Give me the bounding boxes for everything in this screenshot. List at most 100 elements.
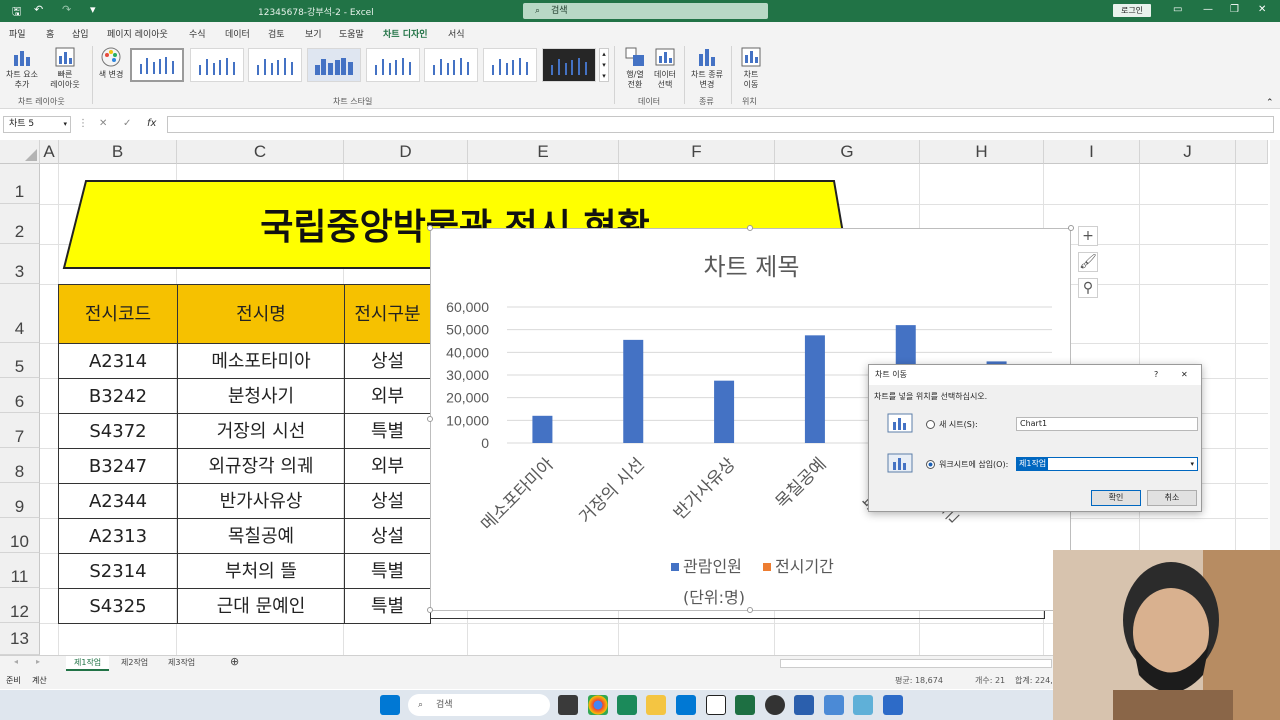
resize-handle[interactable] — [747, 225, 753, 231]
table-cell[interactable]: 분청사기 — [177, 378, 345, 414]
style-gallery-scroll[interactable]: ▴ ▾ ▾ — [599, 48, 609, 82]
app-icon[interactable] — [824, 695, 844, 715]
move-chart-button[interactable]: 차트 이동 — [735, 46, 767, 90]
table-cell[interactable]: 외규장각 의궤 — [177, 448, 345, 484]
app-icon[interactable] — [794, 695, 814, 715]
table-cell[interactable]: S4325 — [58, 588, 178, 624]
tab-review[interactable]: 검토 — [268, 27, 285, 40]
change-color-button[interactable]: 색 변경 — [94, 46, 128, 80]
col-header-c[interactable]: C — [177, 140, 344, 164]
select-data-button[interactable]: 데이터 선택 — [648, 46, 682, 90]
file-explorer-icon[interactable] — [646, 695, 666, 715]
status-calculate[interactable]: 계산 — [32, 675, 47, 686]
tab-format[interactable]: 서식 — [448, 27, 465, 40]
tab-page-layout[interactable]: 페이지 레이아웃 — [107, 27, 168, 40]
notion-icon[interactable] — [706, 695, 726, 715]
col-header-i[interactable]: I — [1044, 140, 1140, 164]
row-header-13[interactable]: 13 — [0, 623, 40, 655]
chart-style-2[interactable] — [190, 48, 244, 82]
row-header-4[interactable]: 4 — [0, 284, 40, 343]
object-in-select[interactable]: 제1작업 ▾ — [1016, 457, 1198, 471]
tab-help[interactable]: 도움말 — [339, 27, 364, 40]
resize-handle[interactable] — [747, 607, 753, 613]
redo-icon[interactable]: ↷ — [62, 3, 71, 16]
resize-handle[interactable] — [427, 607, 433, 613]
table-cell[interactable]: 상설 — [344, 343, 431, 379]
chart-bar[interactable] — [804, 335, 825, 443]
table-cell[interactable]: 상설 — [344, 518, 431, 554]
tab-home[interactable]: 홈 — [46, 27, 54, 40]
help-icon[interactable]: ? — [1154, 365, 1158, 385]
table-header-cell[interactable]: 전시명 — [177, 284, 345, 344]
table-cell[interactable]: B3247 — [58, 448, 178, 484]
col-header-h[interactable]: H — [920, 140, 1044, 164]
ribbon-display-icon[interactable]: ▭ — [1173, 4, 1182, 15]
table-cell[interactable]: 목칠공예 — [177, 518, 345, 554]
chart-style-1[interactable] — [130, 48, 184, 82]
formula-input[interactable] — [167, 116, 1274, 133]
ok-button[interactable]: 확인 — [1091, 490, 1141, 506]
tab-insert[interactable]: 삽입 — [72, 27, 89, 40]
cancel-icon[interactable]: ✕ — [99, 118, 107, 129]
table-cell[interactable]: 근대 문예인 — [177, 588, 345, 624]
chart-styles-brush-icon[interactable]: 🖌 — [1078, 252, 1098, 272]
table-cell[interactable]: 상설 — [344, 483, 431, 519]
customize-icon[interactable]: ▾ — [90, 3, 96, 16]
chart-title[interactable]: 차트 제목 — [431, 247, 1072, 282]
row-header-10[interactable]: 10 — [0, 518, 40, 553]
table-cell[interactable]: A2313 — [58, 518, 178, 554]
chart-bar[interactable] — [714, 380, 735, 443]
col-header-g[interactable]: G — [775, 140, 920, 164]
login-button[interactable]: 로그인 — [1113, 4, 1151, 17]
table-cell[interactable]: 메소포타미아 — [177, 343, 345, 379]
col-header-b[interactable]: B — [59, 140, 177, 164]
tab-file[interactable]: 파일 — [9, 27, 26, 40]
row-header-7[interactable]: 7 — [0, 413, 40, 448]
restore-icon[interactable]: ❐ — [1230, 4, 1239, 15]
row-header-8[interactable]: 8 — [0, 448, 40, 483]
new-sheet-name-input[interactable]: Chart1 — [1016, 417, 1198, 431]
switch-row-column-button[interactable]: 행/열 전환 — [618, 46, 652, 90]
add-sheet-icon[interactable]: ⊕ — [230, 655, 239, 668]
table-cell[interactable]: 특별 — [344, 553, 431, 589]
sheet-tab-3[interactable]: 제3작업 — [168, 657, 195, 668]
insert-function-icon[interactable]: fx — [147, 118, 156, 129]
sheet-tab-1[interactable]: 제1작업 — [66, 656, 110, 671]
table-cell[interactable]: A2314 — [58, 343, 178, 379]
col-header-f[interactable]: F — [619, 140, 775, 164]
sheet-tab-2[interactable]: 제2작업 — [121, 657, 148, 668]
tab-chart-design[interactable]: 차트 디자인 — [383, 27, 428, 40]
edge-icon[interactable] — [617, 695, 637, 715]
select-all-corner[interactable] — [0, 140, 40, 164]
row-header-3[interactable]: 3 — [0, 244, 40, 284]
undo-icon[interactable]: ↶ — [34, 3, 43, 16]
table-cell[interactable]: S4372 — [58, 413, 178, 449]
chart-style-5[interactable] — [366, 48, 420, 82]
collapse-ribbon-icon[interactable]: ⌃ — [1266, 98, 1274, 108]
change-chart-type-button[interactable]: 차트 종류 변경 — [687, 46, 727, 90]
windows-start-icon[interactable] — [380, 695, 400, 715]
radio-object-in[interactable] — [926, 460, 935, 469]
resize-handle[interactable] — [427, 225, 433, 231]
app-icon[interactable] — [853, 695, 873, 715]
chart-style-7[interactable] — [483, 48, 537, 82]
minimize-icon[interactable]: — — [1203, 4, 1213, 15]
col-header-d[interactable]: D — [344, 140, 468, 164]
close-icon[interactable]: ✕ — [1258, 4, 1266, 15]
table-cell[interactable]: 특별 — [344, 588, 431, 624]
table-cell[interactable]: 부처의 뜰 — [177, 553, 345, 589]
cancel-button[interactable]: 취소 — [1147, 490, 1197, 506]
quick-layout-button[interactable]: 빠른 레이아웃 — [42, 46, 88, 90]
tab-data[interactable]: 데이터 — [225, 27, 250, 40]
row-header-5[interactable]: 5 — [0, 343, 40, 378]
resize-handle[interactable] — [1068, 225, 1074, 231]
search-input[interactable]: ⌕ 검색 — [523, 3, 768, 19]
table-cell[interactable]: 외부 — [344, 448, 431, 484]
table-header-cell[interactable]: 전시코드 — [58, 284, 178, 344]
dialog-close-icon[interactable]: ✕ — [1181, 365, 1188, 385]
save-icon[interactable]: 🖫 — [12, 3, 21, 22]
resize-handle[interactable] — [427, 416, 433, 422]
tab-view[interactable]: 보기 — [305, 27, 322, 40]
add-chart-element-button[interactable]: 차트 요소 추가 — [4, 46, 40, 90]
row-header-6[interactable]: 6 — [0, 378, 40, 413]
